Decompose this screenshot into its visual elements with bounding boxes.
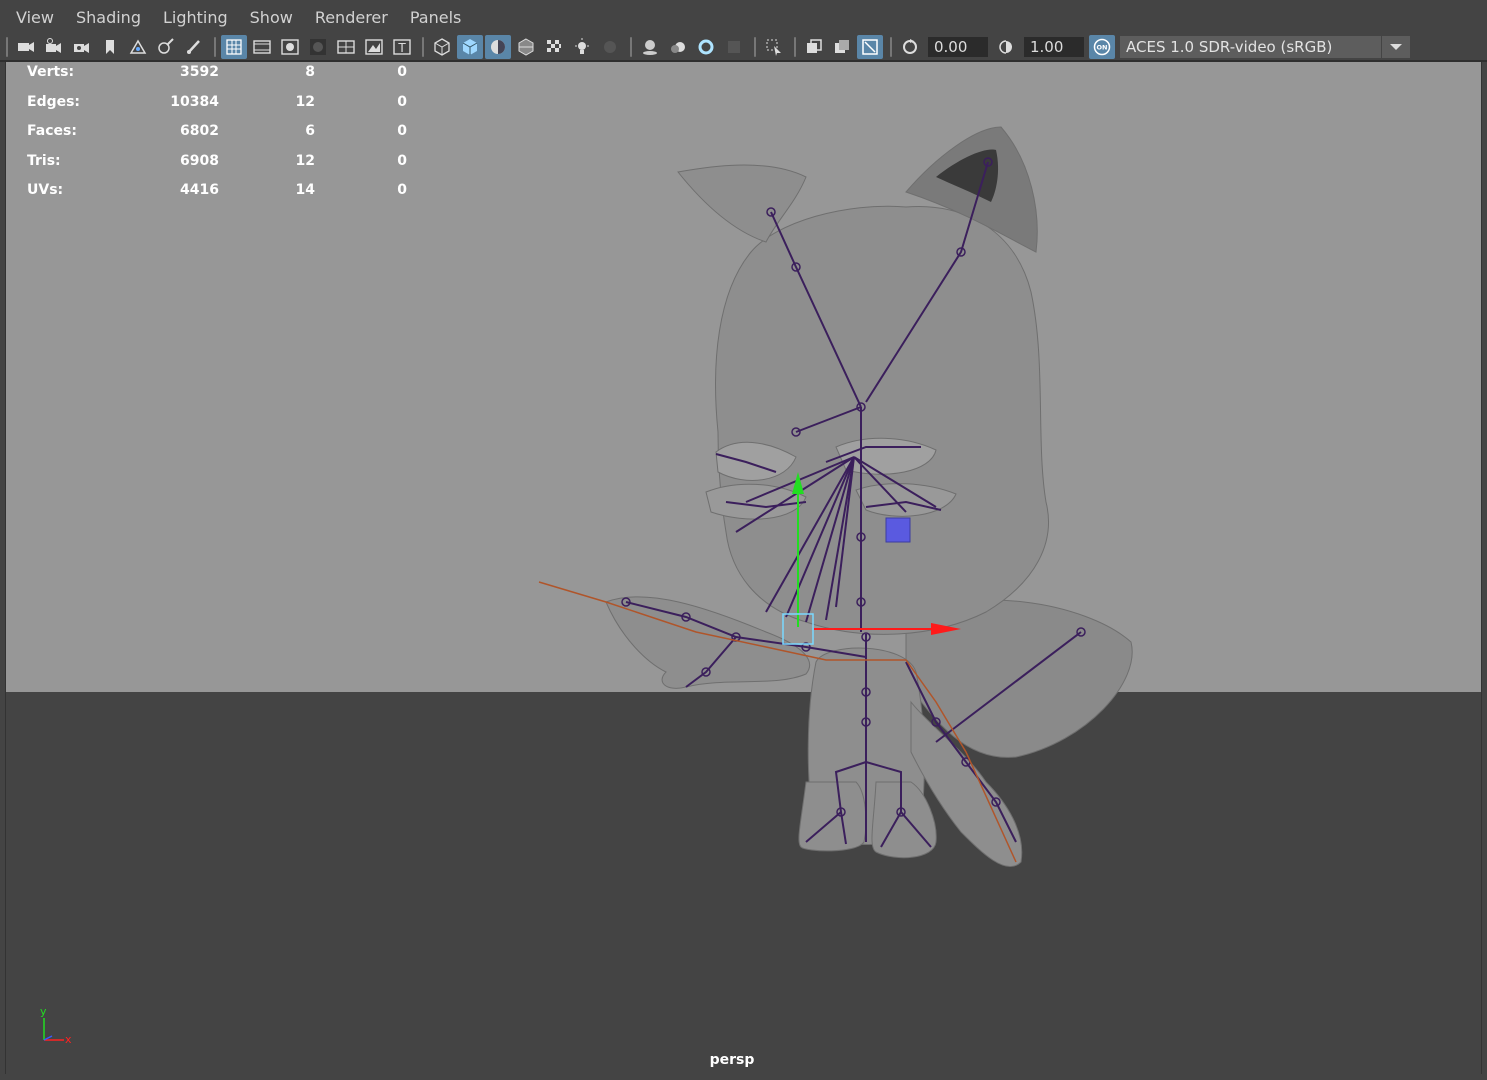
- camera-attributes-icon[interactable]: [41, 35, 67, 59]
- hud-value: 10384: [170, 93, 219, 110]
- exposure-icon[interactable]: [897, 35, 923, 59]
- bookmarks-icon[interactable]: [69, 35, 95, 59]
- hud-label: Verts:: [27, 64, 75, 80]
- hud-label: UVs:: [27, 182, 64, 198]
- viewport-persp[interactable]: Verts: 3592 8 0 Edges: 10384 12 0 Faces:…: [5, 62, 1482, 1074]
- film-gate-icon[interactable]: [249, 35, 275, 59]
- hud-value: 14: [295, 182, 315, 198]
- color-space-value: ACES 1.0 SDR-video (sRGB): [1126, 38, 1333, 56]
- menu-panels[interactable]: Panels: [399, 8, 473, 27]
- safe-action-icon[interactable]: [361, 35, 387, 59]
- menu-lighting[interactable]: Lighting: [152, 8, 239, 27]
- paint-icon[interactable]: [181, 35, 207, 59]
- menu-shading[interactable]: Shading: [65, 8, 152, 27]
- camera-name-label: persp: [709, 1052, 755, 1068]
- poly-count-hud: Verts: 3592 8 0 Edges: 10384 12 0 Faces:…: [27, 62, 407, 210]
- character-mesh[interactable]: [605, 126, 1133, 868]
- color-management-badge: ON: [1097, 44, 1108, 52]
- toolbar-separator: [754, 37, 756, 57]
- manip-z-handle[interactable]: [885, 517, 911, 543]
- toolbar-separator: [214, 37, 216, 57]
- textured-icon[interactable]: [541, 35, 567, 59]
- hud-row-faces: Faces: 6802 6 0: [27, 121, 407, 151]
- hud-value: 0: [397, 182, 407, 198]
- hud-row-uvs: UVs: 4416 14 0: [27, 180, 407, 210]
- toolbar-separator: [630, 37, 632, 57]
- depth-of-field-icon[interactable]: [721, 35, 747, 59]
- motion-blur-icon[interactable]: [665, 35, 691, 59]
- toolbar-separator: [890, 37, 892, 57]
- menu-show[interactable]: Show: [239, 8, 304, 27]
- chevron-down-icon[interactable]: [1381, 36, 1410, 58]
- smooth-shade-icon[interactable]: [457, 35, 483, 59]
- exposure-field[interactable]: 0.00: [928, 37, 988, 57]
- hud-label: Tris:: [27, 152, 61, 169]
- hud-value: 8: [305, 64, 315, 80]
- hud-row-verts: Verts: 3592 8 0: [27, 62, 407, 92]
- safe-title-icon[interactable]: T: [389, 35, 415, 59]
- panel-toolbar: T 0.00 1.00 ON ACES 1.0 SDR-video (sRGB): [0, 34, 1487, 62]
- isolate-select-icon[interactable]: [761, 35, 787, 59]
- field-chart-icon[interactable]: [333, 35, 359, 59]
- xray-icon[interactable]: [801, 35, 827, 59]
- axis-y-label: y: [40, 1005, 47, 1018]
- menu-bar: View Shading Lighting Show Renderer Pane…: [0, 0, 1487, 35]
- hud-label: Edges:: [27, 93, 81, 110]
- hud-value: 12: [295, 152, 315, 169]
- color-space-dropdown[interactable]: ACES 1.0 SDR-video (sRGB): [1120, 36, 1410, 58]
- hud-value: 0: [397, 123, 407, 139]
- hud-value: 12: [295, 93, 315, 110]
- multisample-aa-icon[interactable]: [693, 35, 719, 59]
- use-all-lights-icon[interactable]: [569, 35, 595, 59]
- select-camera-icon[interactable]: [13, 35, 39, 59]
- color-management-icon[interactable]: ON: [1089, 35, 1115, 59]
- hud-value: 6908: [180, 152, 219, 169]
- toolbar-separator: [422, 37, 424, 57]
- svg-text:T: T: [397, 41, 406, 55]
- grid-icon[interactable]: [221, 35, 247, 59]
- default-material-icon[interactable]: [485, 35, 511, 59]
- xray-joints-icon[interactable]: [857, 35, 883, 59]
- hud-value: 6802: [180, 123, 219, 139]
- wireframe-icon[interactable]: [429, 35, 455, 59]
- hud-label: Faces:: [27, 123, 77, 139]
- gamma-icon[interactable]: [993, 35, 1019, 59]
- scene-view[interactable]: [6, 62, 1481, 1074]
- hud-value: 0: [397, 152, 407, 169]
- gate-mask-icon[interactable]: [305, 35, 331, 59]
- grease-pencil-icon[interactable]: [153, 35, 179, 59]
- shadows-icon[interactable]: [597, 35, 623, 59]
- hud-value: 6: [305, 123, 315, 139]
- gamma-field[interactable]: 1.00: [1024, 37, 1084, 57]
- axis-gizmo-icon: y x: [40, 1005, 72, 1044]
- screen-space-ao-icon[interactable]: [637, 35, 663, 59]
- image-plane-icon[interactable]: [125, 35, 151, 59]
- hud-value: 0: [397, 64, 407, 80]
- toolbar-separator: [6, 37, 8, 57]
- menu-view[interactable]: View: [0, 8, 65, 27]
- resolution-gate-icon[interactable]: [277, 35, 303, 59]
- hud-value: 4416: [180, 182, 219, 198]
- xray-active-icon[interactable]: [829, 35, 855, 59]
- hud-value: 0: [397, 93, 407, 110]
- axis-x-label: x: [65, 1033, 72, 1044]
- menu-renderer[interactable]: Renderer: [304, 8, 399, 27]
- hud-row-edges: Edges: 10384 12 0: [27, 92, 407, 122]
- toolbar-separator: [794, 37, 796, 57]
- wireframe-on-shaded-icon[interactable]: [513, 35, 539, 59]
- hud-value: 3592: [180, 64, 219, 80]
- hud-row-tris: Tris: 6908 12 0: [27, 151, 407, 181]
- bookmark-icon[interactable]: [97, 35, 123, 59]
